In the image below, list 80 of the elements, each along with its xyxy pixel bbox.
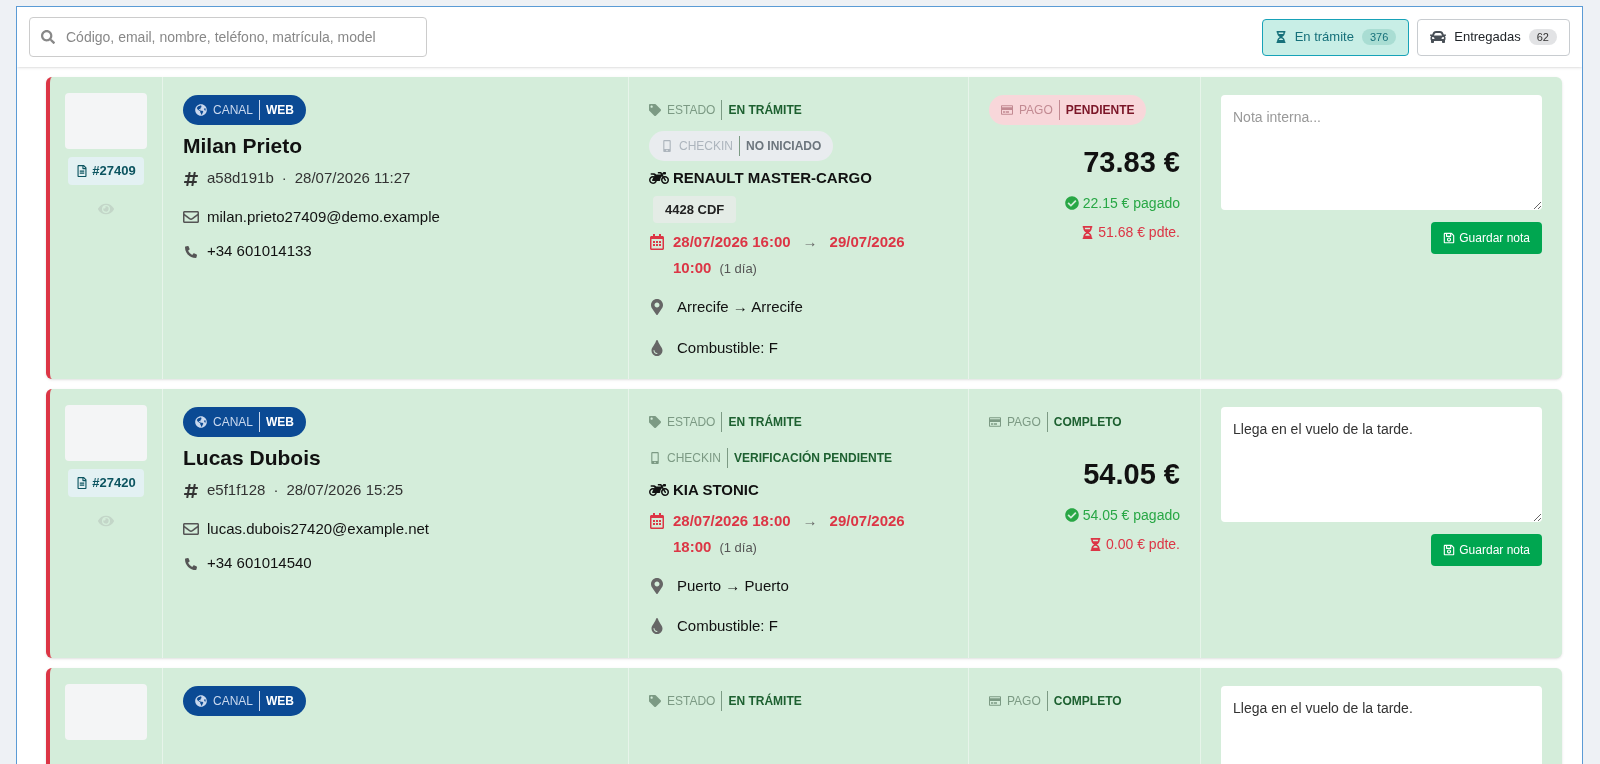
route-text: Arrecife → Arrecife [677, 297, 803, 317]
phone-icon [185, 557, 197, 570]
tag-icon [649, 416, 661, 428]
vehicle-model: KIA STONIC [673, 480, 759, 500]
route-text: Puerto → Puerto [677, 575, 789, 596]
drop-icon [649, 339, 665, 356]
hourglass-icon [1089, 537, 1103, 551]
note-field[interactable]: Nota interna... [1221, 95, 1542, 210]
fuel-text: Combustible: F [677, 616, 778, 636]
status-badge: CHECKIN VERIFICACIÓN PENDIENTE [649, 443, 893, 473]
rental-period: 28/07/2026 16:00 → 29/07/2026 10:00 (1 día) [673, 232, 906, 278]
hourglass-icon [1081, 225, 1095, 239]
phone-icon [661, 140, 673, 152]
hourglass-icon [1274, 31, 1287, 43]
location-pin-icon [649, 299, 665, 316]
globe-icon [195, 694, 207, 707]
save-icon [1443, 544, 1456, 556]
rental-period: 28/07/2026 18:00 → 29/07/2026 18:00 (1 día) [673, 510, 906, 557]
customer-phone: +34 601014133 [207, 241, 312, 262]
status-badge: ESTADO EN TRÁMITE [649, 685, 802, 716]
pending-amount: 0.00 € pdte. [1106, 534, 1180, 554]
filter-button[interactable]: En trámite 376 [1261, 18, 1410, 56]
credit-card-icon [1001, 104, 1013, 116]
search-field[interactable]: Código, email, nombre, teléfono, matrícula, model [29, 17, 427, 57]
status-badge: PAGO COMPLETO [989, 685, 1122, 716]
drop-icon [649, 618, 665, 635]
tag-icon [649, 694, 661, 707]
document-icon [76, 476, 89, 489]
paid-amount: 54.05 € pagado [1082, 505, 1180, 525]
paid-amount: 22.15 € pagado [1082, 193, 1180, 213]
hash-icon [183, 170, 199, 187]
location-pin-icon [649, 577, 665, 594]
document-icon [76, 164, 89, 177]
booking-hash: e5f1f128 [207, 480, 266, 501]
fuel-text: Combustible: F [677, 337, 778, 358]
customer-name: Lucas Dubois [183, 445, 321, 471]
status-badge: ESTADO EN TRÁMITE [649, 95, 802, 125]
status-badge: CANAL WEB [183, 685, 306, 716]
tag-icon [649, 104, 661, 116]
hash-icon [183, 482, 199, 499]
booking-date: 28/07/2026 15:25 [286, 480, 404, 501]
booking-hash: a58d191b [207, 168, 274, 189]
note-field[interactable]: Llega en el vuelo de la tarde. [1221, 407, 1542, 522]
credit-card-icon [989, 694, 1001, 707]
status-badge: ESTADO EN TRÁMITE [649, 407, 802, 437]
phone-icon [649, 452, 661, 464]
customer-email: milan.prieto27409@demo.example [207, 206, 440, 227]
status-badge: PAGO PENDIENTE [989, 95, 1147, 125]
license-plate: 4428 CDF [653, 195, 737, 223]
save-icon [1443, 232, 1456, 244]
car-icon [1430, 29, 1447, 45]
count-badge: 62 [1528, 28, 1557, 46]
credit-card-icon [989, 416, 1001, 428]
customer-email: lucas.dubois27420@example.net [207, 518, 430, 539]
total-amount: 54.05 € [1083, 457, 1180, 492]
status-badge: CANAL WEB [183, 95, 306, 125]
calendar-icon [649, 234, 665, 250]
booking-date: 28/07/2026 11:27 [294, 168, 411, 189]
status-badge: CANAL WEB [183, 407, 306, 437]
mail-icon [183, 209, 199, 225]
pending-amount: 51.68 € pdte. [1098, 222, 1180, 242]
separator-dot: · [281, 168, 287, 189]
total-amount: 73.83 € [1083, 145, 1180, 180]
phone-icon [185, 245, 197, 258]
globe-icon [195, 416, 207, 428]
booking-code-link[interactable]: #27409 [68, 157, 144, 185]
customer-name: Milan Prieto [183, 133, 303, 159]
globe-icon [195, 104, 207, 116]
mail-icon [183, 521, 199, 537]
note-field[interactable]: Llega en el vuelo de la tarde. [1221, 685, 1542, 764]
count-badge: 376 [1361, 28, 1397, 46]
status-badge: CHECKIN NO INICIADO [649, 131, 834, 161]
booking-code-link[interactable]: #27420 [68, 469, 144, 497]
customer-phone: +34 601014540 [207, 553, 312, 574]
filter-button[interactable]: Entregadas 62 [1417, 18, 1570, 56]
search-icon [41, 30, 55, 44]
calendar-icon [649, 512, 665, 529]
vehicle-model: RENAULT MASTER-CARGO [673, 168, 872, 188]
status-badge: PAGO COMPLETO [989, 407, 1122, 437]
separator-dot: · [273, 480, 279, 501]
